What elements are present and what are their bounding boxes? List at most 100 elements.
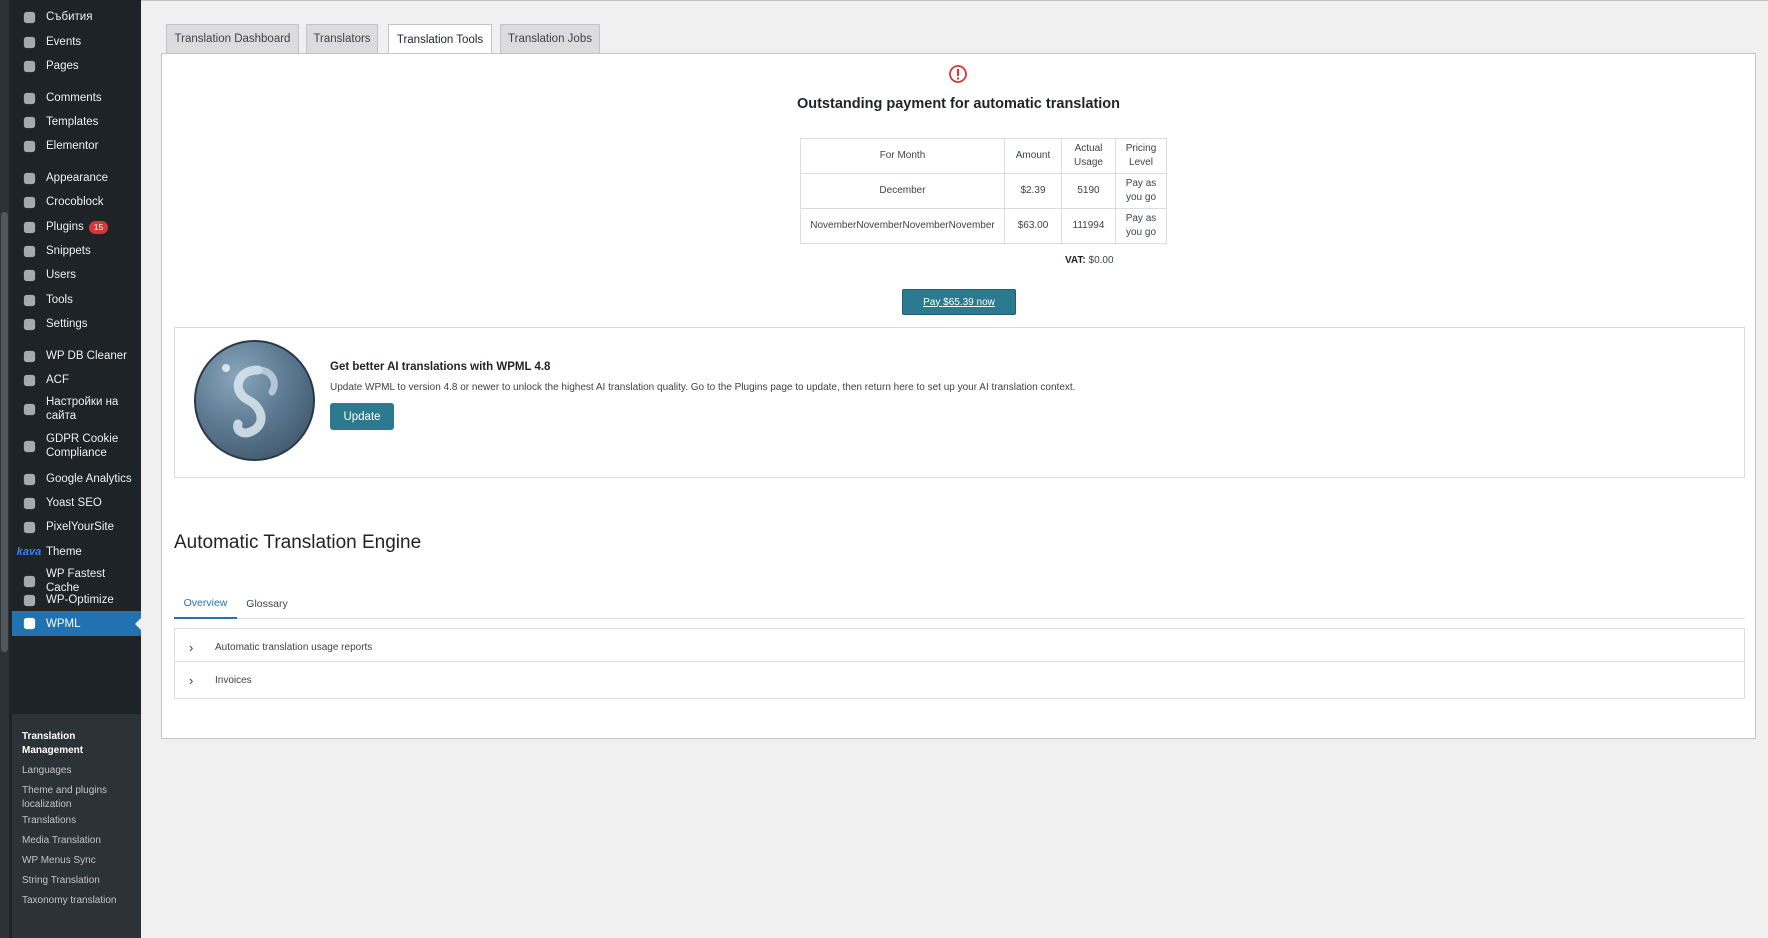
checkbox-icon (20, 437, 38, 455)
sidebar-item-label: Events (46, 36, 82, 48)
sidebar-item-label: WP-Optimize (46, 594, 114, 606)
sidebar-item-wp-optimize[interactable]: WP-Optimize (12, 591, 141, 609)
events-icon (20, 33, 38, 51)
settings-icon (20, 315, 38, 333)
sidebar-item-настройки-на-сайта[interactable]: Настройки на сайта (12, 395, 141, 423)
update-button[interactable]: Update (330, 403, 394, 430)
sidebar-item-wp-db-cleaner[interactable]: WP DB Cleaner (12, 347, 141, 365)
sidebar-item-label: Crocoblock (46, 196, 104, 208)
sidebar-item-comments[interactable]: Comments (12, 89, 141, 107)
sidebar-scrollbar[interactable] (0, 0, 9, 938)
payment-table: For Month Amount Actual Usage Pricing Le… (800, 138, 1167, 244)
submenu-item-taxonomy-translation[interactable]: Taxonomy translation (22, 894, 137, 908)
sidebar-item-label: Snippets (46, 245, 91, 257)
submenu-item-languages[interactable]: Languages (22, 764, 137, 778)
submenu-item-media-translation[interactable]: Media Translation (22, 834, 137, 848)
sidebar-item-label: Theme (46, 546, 82, 558)
sidebar-item-yoast-seo[interactable]: Yoast SEO (12, 494, 141, 512)
wpml-icon (20, 615, 38, 633)
database-icon (20, 347, 38, 365)
sidebar-item-snippets[interactable]: Snippets (12, 242, 141, 260)
tab-translators[interactable]: Translators (306, 24, 378, 54)
table-header-row: For Month Amount Actual Usage Pricing Le… (800, 138, 1167, 174)
brush-icon (20, 169, 38, 187)
sidebar-item-crocoblock[interactable]: Crocoblock (12, 193, 141, 211)
sidebar-scrollbar-thumb[interactable] (1, 212, 8, 652)
sidebar-item-label: Settings (46, 318, 88, 330)
subtab-overview[interactable]: Overview (174, 589, 237, 619)
vat-label: VAT: (1065, 255, 1086, 266)
sidebar-item-users[interactable]: Users (12, 266, 141, 284)
tab-translation-tools[interactable]: Translation Tools (388, 24, 492, 55)
cell-month: NovemberNovemberNovemberNovember (800, 208, 1005, 244)
calendar-icon (20, 8, 38, 26)
submenu-item-wp-menus-sync[interactable]: WP Menus Sync (22, 854, 137, 868)
wpml-swirl-icon (222, 364, 278, 438)
optimize-icon (20, 591, 38, 609)
sidebar-item-settings[interactable]: Settings (12, 315, 141, 333)
acf-icon (20, 371, 38, 389)
sidebar-item-label: Tools (46, 294, 73, 306)
ai-card-title: Get better AI translations with WPML 4.8 (330, 361, 551, 373)
sidebar-item-label: Google Analytics (46, 473, 132, 485)
accordion-label: Automatic translation usage reports (215, 641, 373, 653)
sidebar-item-pages[interactable]: Pages (12, 57, 141, 75)
cell-month: December (800, 173, 1005, 209)
vat-value: $0.00 (1088, 255, 1114, 266)
sidebar-item-label: Users (46, 269, 77, 281)
warning-icon (949, 65, 967, 83)
pixel-icon (20, 518, 38, 536)
gear-icon (20, 470, 38, 488)
cell-usage: 5190 (1061, 173, 1116, 209)
sidebar-item-pixelyoursite[interactable]: PixelYourSite (12, 518, 141, 536)
submenu-item-theme-and-plugins-localization[interactable]: Theme and plugins localization (22, 784, 137, 812)
tab-translation-dashboard[interactable]: Translation Dashboard (166, 24, 299, 54)
engine-subtabs: Overview Glossary (174, 589, 1745, 619)
sidebar-item-label: ACF (46, 374, 69, 386)
chevron-right-icon: › (189, 672, 194, 688)
sidebar-item-label: Plugins (46, 221, 84, 233)
wpml-ai-logo (194, 340, 315, 461)
sidebar-item-templates[interactable]: Templates (12, 113, 141, 131)
sidebar-item-label: GDPR Cookie Compliance (46, 433, 119, 459)
accordion-invoices[interactable]: › Invoices (174, 661, 1745, 699)
crocoblock-icon (20, 193, 38, 211)
top-divider (141, 0, 1768, 1)
subtab-glossary[interactable]: Glossary (237, 589, 297, 619)
ai-card-description: Update WPML to version 4.8 or newer to u… (330, 382, 1076, 393)
column-header-month: For Month (800, 138, 1005, 174)
comments-icon (20, 89, 38, 107)
cell-amount: $2.39 (1004, 173, 1062, 209)
elementor-icon (20, 137, 38, 155)
kava-logo: kava (16, 546, 42, 558)
sidebar-item-tools[interactable]: Tools (12, 291, 141, 309)
vat-line: VAT: $0.00 (1065, 255, 1114, 266)
plugin-icon (20, 218, 38, 236)
sidebar-item-plugins[interactable]: Plugins 15 (12, 218, 141, 236)
yoast-icon (20, 494, 38, 512)
column-header-usage: Actual Usage (1061, 138, 1116, 174)
sidebar-item-events[interactable]: Events (12, 33, 141, 51)
wpml-submenu: Translation Management Languages Theme and… (12, 714, 141, 938)
pay-now-button[interactable]: Pay $65.39 now (902, 289, 1016, 315)
sidebar-item-label: WPML (46, 617, 81, 630)
sidebar-item-wpml[interactable]: WPML (12, 611, 141, 636)
sidebar-item-theme[interactable]: kava Theme (12, 543, 141, 561)
sidebar-item-appearance[interactable]: Appearance (12, 169, 141, 187)
sidebar-item-gdpr-cookie-compliance[interactable]: GDPR Cookie Compliance (12, 432, 141, 460)
payment-title: Outstanding payment for automatic transl… (796, 96, 1121, 112)
sidebar-item-acf[interactable]: ACF (12, 371, 141, 389)
column-header-pricing: Pricing Level (1115, 138, 1167, 174)
cell-pricing: Pay as you go (1115, 208, 1167, 244)
submenu-item-translations[interactable]: Translations (22, 814, 137, 828)
sidebar-item-elementor[interactable]: Elementor (12, 137, 141, 155)
submenu-item-string-translation[interactable]: String Translation (22, 874, 137, 888)
sidebar-item-събития[interactable]: Събития (12, 8, 141, 26)
sidebar-item-label: Pages (46, 60, 79, 72)
chevron-right-icon: › (189, 639, 194, 655)
cell-usage: 111994 (1061, 208, 1116, 244)
submenu-item-translation-management[interactable]: Translation Management (22, 730, 137, 758)
sidebar-item-google-analytics[interactable]: Google Analytics (12, 470, 141, 488)
sidebar-item-label: PixelYourSite (46, 521, 114, 533)
tab-translation-jobs[interactable]: Translation Jobs (500, 24, 600, 54)
